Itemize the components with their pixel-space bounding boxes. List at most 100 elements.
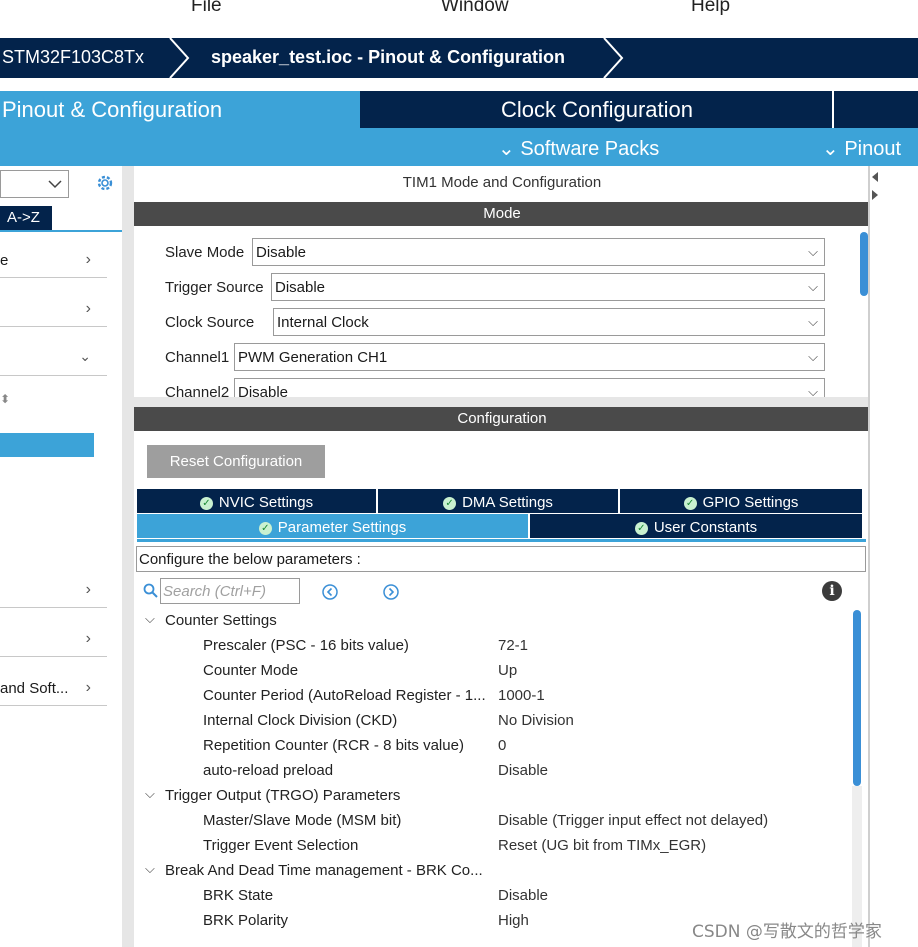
mode-label: Trigger Source — [165, 279, 264, 296]
breadcrumb-device[interactable]: STM32F103C8Tx — [2, 47, 144, 68]
channel2-select[interactable]: Disable ⌵ — [234, 378, 825, 397]
clock-source-select[interactable]: Internal Clock ⌵ — [273, 308, 825, 336]
software-packs-menu[interactable]: ⌄ Software Packs — [498, 136, 659, 161]
select-value: Disable — [256, 244, 307, 261]
search-icon — [143, 583, 158, 598]
mode-row-trigger: Trigger Source Disable ⌵ — [134, 273, 834, 301]
category-filter-select[interactable] — [0, 170, 69, 198]
param-value[interactable]: 72-1 — [498, 637, 528, 654]
tab-label: GPIO Settings — [702, 494, 799, 511]
selected-peripheral-item[interactable] — [0, 433, 94, 457]
param-row[interactable]: Internal Clock Division (CKD) No Division — [134, 708, 852, 733]
tab-dma-settings[interactable]: ✓ DMA Settings — [378, 489, 618, 513]
search-input[interactable]: Search (Ctrl+F) — [160, 578, 300, 604]
sort-az-button[interactable]: A->Z — [0, 206, 52, 230]
check-icon: ✓ — [443, 497, 457, 510]
previous-result-icon[interactable] — [321, 583, 339, 601]
parameters-hint: Configure the below parameters : — [136, 546, 866, 572]
reset-configuration-button[interactable]: Reset Configuration — [147, 445, 325, 478]
param-row[interactable]: Prescaler (PSC - 16 bits value) 72-1 — [134, 633, 852, 658]
slave-mode-select[interactable]: Disable ⌵ — [252, 238, 825, 266]
collapse-panel-icon[interactable] — [870, 168, 880, 204]
check-icon: ✓ — [683, 497, 697, 510]
mode-label: Clock Source — [165, 314, 255, 331]
param-group-break-dead-time[interactable]: ⌵ Break And Dead Time management - BRK Co… — [134, 858, 852, 883]
group-label: Trigger Output (TRGO) Parameters — [165, 787, 401, 804]
select-value: Disable — [275, 279, 326, 296]
category-item[interactable]: ⌄ — [0, 342, 107, 376]
breadcrumb-separator-icon — [169, 38, 190, 78]
gear-icon[interactable] — [94, 172, 116, 194]
next-result-icon[interactable] — [382, 583, 400, 601]
tab-nvic-settings[interactable]: ✓ NVIC Settings — [137, 489, 376, 513]
param-name: Counter Period (AutoReload Register - 1.… — [203, 687, 486, 704]
mode-row-channel1: Channel1 PWM Generation CH1 ⌵ — [134, 343, 834, 371]
section-splitter[interactable] — [134, 397, 870, 407]
right-panel — [870, 166, 918, 947]
chevron-right-icon: › — [85, 251, 91, 268]
param-row[interactable]: BRK State Disable — [134, 883, 852, 908]
param-name: Prescaler (PSC - 16 bits value) — [203, 637, 409, 654]
category-item[interactable]: › — [0, 574, 107, 608]
param-row[interactable]: auto-reload preload Disable — [134, 758, 852, 783]
chevron-down-icon: ⌵ — [808, 314, 818, 329]
mode-label: Slave Mode — [165, 244, 245, 261]
mode-row-slave: Slave Mode Disable ⌵ — [134, 238, 834, 266]
tab-pinout-configuration[interactable]: Pinout & Configuration — [0, 91, 360, 128]
param-row[interactable]: Trigger Event Selection Reset (UG bit fro… — [134, 833, 852, 858]
param-group-trgo[interactable]: ⌵ Trigger Output (TRGO) Parameters — [134, 783, 852, 808]
chevron-down-icon: ⌵ — [808, 349, 818, 364]
mode-scrollbar[interactable] — [860, 232, 868, 296]
tab-label: User Constants — [653, 519, 758, 536]
chevron-right-icon: › — [85, 679, 91, 696]
mode-header: Mode — [134, 202, 870, 226]
param-value[interactable]: 0 — [498, 737, 506, 754]
menu-file[interactable]: File — [191, 0, 222, 17]
category-item[interactable]: › — [0, 623, 107, 657]
param-row[interactable]: Master/Slave Mode (MSM bit) Disable (Trig… — [134, 808, 852, 833]
group-label: Counter Settings — [165, 612, 277, 629]
tab-label: NVIC Settings — [218, 494, 314, 511]
param-name: Repetition Counter (RCR - 8 bits value) — [203, 737, 464, 754]
tab-clock-configuration[interactable]: Clock Configuration — [362, 91, 832, 128]
chevron-right-icon: › — [85, 300, 91, 317]
categories-panel — [0, 166, 122, 947]
sort-arrows-icon: ⬍ — [0, 392, 11, 406]
chevron-down-icon: ⌵ — [145, 861, 155, 876]
tab-parameter-settings[interactable]: ✓ Parameter Settings — [137, 514, 528, 538]
menu-window[interactable]: Window — [441, 0, 509, 17]
info-icon[interactable]: i — [822, 581, 842, 601]
parameters-scrollbar[interactable] — [853, 610, 861, 786]
menu-help[interactable]: Help — [691, 0, 730, 17]
param-value[interactable]: 1000-1 — [498, 687, 545, 704]
panel-splitter[interactable] — [122, 166, 134, 947]
pinout-menu[interactable]: ⌄ Pinout — [822, 136, 901, 161]
category-item-middleware[interactable]: and Soft... › — [0, 672, 107, 706]
param-value[interactable]: Up — [498, 662, 517, 679]
param-row[interactable]: Repetition Counter (RCR - 8 bits value) 0 — [134, 733, 852, 758]
param-name: Master/Slave Mode (MSM bit) — [203, 812, 402, 829]
param-value[interactable]: Disable — [498, 887, 548, 904]
channel1-select[interactable]: PWM Generation CH1 ⌵ — [234, 343, 825, 371]
param-name: BRK State — [203, 887, 274, 904]
tab-user-constants[interactable]: ✓ User Constants — [530, 514, 862, 538]
category-label: and Soft... — [0, 680, 69, 697]
param-value[interactable]: Disable (Trigger input effect not delaye… — [498, 812, 768, 829]
param-value[interactable]: No Division — [498, 712, 574, 729]
param-value[interactable]: High — [498, 912, 529, 929]
chevron-down-icon: ⌄ — [498, 138, 515, 160]
param-row[interactable]: Counter Period (AutoReload Register - 1.… — [134, 683, 852, 708]
category-item[interactable]: › — [0, 293, 107, 327]
panel-title: TIM1 Mode and Configuration — [402, 174, 602, 191]
trigger-source-select[interactable]: Disable ⌵ — [271, 273, 825, 301]
breadcrumb-file[interactable]: speaker_test.ioc - Pinout & Configuratio… — [211, 47, 565, 68]
chevron-down-icon: ⌄ — [822, 138, 839, 160]
param-name: Internal Clock Division (CKD) — [203, 712, 398, 729]
category-item[interactable]: e › — [0, 244, 107, 278]
param-value[interactable]: Reset (UG bit from TIMx_EGR) — [498, 837, 706, 854]
param-group-counter-settings[interactable]: ⌵ Counter Settings — [134, 608, 852, 633]
param-row[interactable]: Counter Mode Up — [134, 658, 852, 683]
param-value[interactable]: Disable — [498, 762, 548, 779]
tab-gpio-settings[interactable]: ✓ GPIO Settings — [620, 489, 862, 513]
param-name: auto-reload preload — [203, 762, 334, 779]
